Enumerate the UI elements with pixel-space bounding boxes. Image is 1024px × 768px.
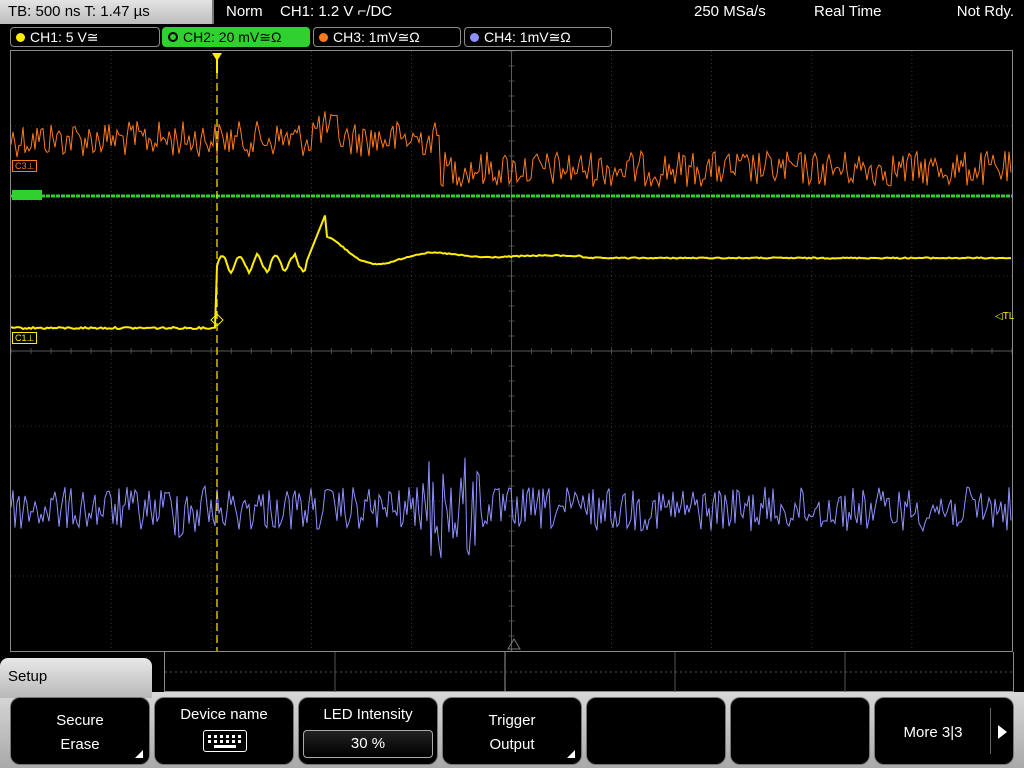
- led-intensity-button[interactable]: LED Intensity 30 %: [298, 697, 438, 765]
- ch3-dot-icon: [319, 33, 328, 42]
- waveform-display[interactable]: [10, 50, 1013, 652]
- submenu-corner-icon: [135, 750, 143, 758]
- keyboard-icon: [203, 730, 247, 752]
- secure-erase-button[interactable]: Secure Erase: [10, 697, 150, 765]
- empty-softkey-5[interactable]: [586, 697, 726, 765]
- ch4-dot-icon: [470, 33, 479, 42]
- trigger-state: Not Rdy.: [956, 3, 1014, 20]
- led-intensity-label: LED Intensity: [323, 706, 413, 723]
- secure-erase-line2: Erase: [60, 736, 100, 753]
- device-name-button[interactable]: Device name: [154, 697, 294, 765]
- channel-tab-ch3[interactable]: CH3: 1mV≅Ω: [313, 27, 461, 47]
- ch1-offset-marker[interactable]: C1⊥: [12, 332, 38, 344]
- more-divider: [990, 708, 991, 754]
- trigger-output-line2: Output: [489, 736, 535, 753]
- channel-tab-ch4[interactable]: CH4: 1mV≅Ω: [464, 27, 612, 47]
- device-name-label: Device name: [180, 706, 268, 723]
- secondary-display-strip: [164, 652, 1015, 692]
- menu-title: Setup: [0, 658, 152, 698]
- ch1-label: CH1: 5 V≅: [30, 29, 99, 45]
- secure-erase-line1: Secure: [56, 712, 104, 729]
- ch2-label: CH2: 20 mV≅Ω: [183, 29, 282, 45]
- status-bar: TB: 500 ns T: 1.47 µs Norm CH1: 1.2 V ⌐/…: [0, 0, 1024, 24]
- trigger-mode[interactable]: Norm: [226, 0, 263, 24]
- arrow-right-icon: [998, 725, 1007, 739]
- ch4-label: CH4: 1mV≅Ω: [484, 29, 571, 45]
- waveform-canvas: [11, 51, 1012, 651]
- sample-rate: 250 MSa/s: [694, 3, 766, 20]
- trigger-level-marker[interactable]: ◁TL: [993, 312, 1016, 322]
- ch2-offset-marker[interactable]: [12, 190, 42, 200]
- trigger-output-button[interactable]: Trigger Output: [442, 697, 582, 765]
- more-label: More 3|3: [903, 724, 963, 741]
- ch3-label: CH3: 1mV≅Ω: [333, 29, 420, 45]
- strip-grid: [165, 652, 1015, 692]
- ch1-dot-icon: [16, 33, 25, 42]
- empty-softkey-6[interactable]: [730, 697, 870, 765]
- submenu-corner-icon: [567, 750, 575, 758]
- ch2-dot-icon: [168, 32, 178, 42]
- more-button[interactable]: More 3|3: [874, 697, 1014, 765]
- channel-tab-ch1[interactable]: CH1: 5 V≅: [10, 27, 160, 47]
- trigger-output-line1: Trigger: [488, 712, 536, 729]
- reference-marker: [507, 638, 521, 650]
- timebase-readout[interactable]: TB: 500 ns T: 1.47 µs: [0, 0, 214, 24]
- channel-tab-ch2[interactable]: CH2: 20 mV≅Ω: [162, 27, 310, 47]
- acquisition-mode: Real Time: [814, 3, 882, 20]
- led-intensity-value: 30 %: [303, 730, 433, 758]
- ch3-offset-marker[interactable]: C3⊥: [12, 160, 38, 172]
- trigger-source[interactable]: CH1: 1.2 V ⌐/DC: [280, 0, 392, 24]
